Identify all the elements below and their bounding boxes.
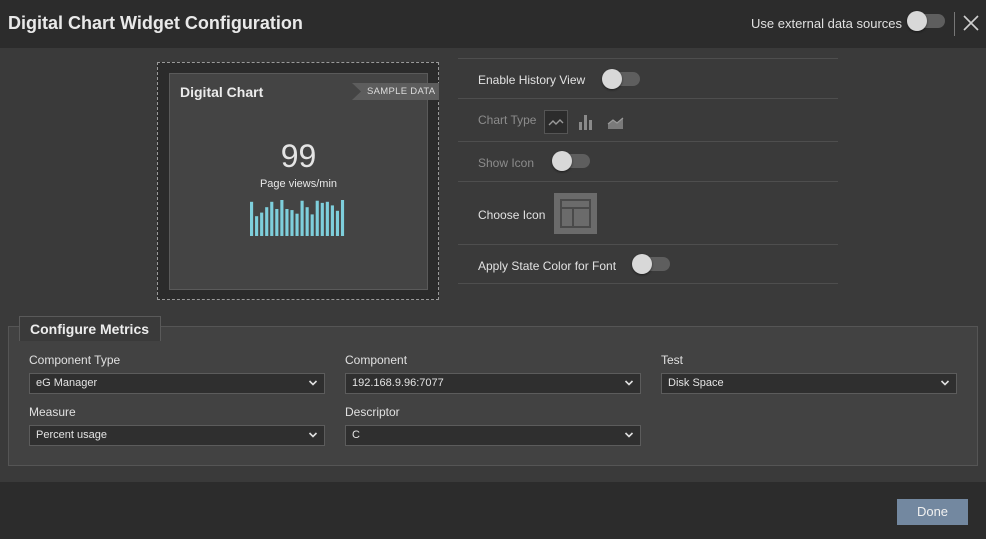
area-chart-icon[interactable] [604, 110, 628, 134]
test-value: Disk Space [668, 377, 724, 389]
configure-metrics-heading: Configure Metrics [19, 316, 161, 341]
widget-preview-frame: Digital Chart SAMPLE DATA 99 Page views/… [157, 62, 439, 300]
descriptor-select[interactable]: C [345, 425, 641, 446]
widget-value-label: Page views/min [259, 178, 338, 190]
dialog-title: Digital Chart Widget Configuration [8, 13, 303, 33]
toggle-knob [552, 151, 572, 171]
digital-chart-widget: Digital Chart SAMPLE DATA 99 Page views/… [169, 73, 439, 290]
chevron-down-icon [624, 432, 634, 438]
toggle-knob [632, 254, 652, 274]
chevron-down-icon [940, 380, 950, 386]
sparkline-bar [315, 200, 319, 236]
sparkline-bar [285, 209, 289, 236]
sparkline-bar [330, 205, 334, 236]
line-chart-icon[interactable] [544, 110, 568, 134]
history-view-toggle[interactable] [602, 69, 640, 89]
sparkline-bar [310, 214, 314, 236]
sparkline-bar [275, 209, 279, 236]
sparkline-bar [290, 210, 294, 236]
choose-icon-row: Choose Icon [458, 181, 838, 244]
component-type-value: eG Manager [36, 377, 98, 389]
test-label: Test [661, 353, 684, 367]
widget-value: 99 [280, 138, 317, 174]
chevron-down-icon [624, 380, 634, 386]
external-data-toggle[interactable] [907, 11, 945, 31]
state-color-row: Apply State Color for Font [458, 244, 838, 284]
widget-title: Digital Chart [180, 84, 264, 100]
component-type-select[interactable]: eG Manager [29, 373, 325, 394]
sparkline-bar [265, 207, 269, 236]
layout-icon[interactable] [554, 193, 597, 234]
descriptor-label: Descriptor [345, 405, 400, 419]
sample-data-ribbon: SAMPLE DATA [352, 83, 439, 100]
sparkline-bar [340, 200, 345, 236]
descriptor-value: C [352, 429, 360, 441]
chart-type-label: Chart Type [478, 113, 537, 127]
toggle-knob [907, 11, 927, 31]
history-view-row: Enable History View [458, 58, 838, 98]
external-data-label: Use external data sources [751, 16, 903, 31]
state-color-label: Apply State Color for Font [478, 259, 617, 273]
sparkline-bars [250, 200, 345, 236]
dialog-footer: Done [0, 482, 986, 539]
state-color-toggle[interactable] [632, 254, 670, 274]
component-label: Component [345, 353, 408, 367]
done-button[interactable]: Done [897, 499, 968, 525]
dialog-header: Digital Chart Widget Configuration Use e… [0, 0, 986, 48]
test-select[interactable]: Disk Space [661, 373, 957, 394]
sparkline-bar [300, 200, 304, 236]
sparkline-bar [260, 212, 264, 236]
header-divider [954, 12, 955, 36]
chevron-down-icon [308, 432, 318, 438]
sparkline-bar [295, 213, 299, 236]
bar-chart-icon[interactable] [574, 110, 598, 134]
chart-type-row: Chart Type [458, 98, 838, 141]
choose-icon-label: Choose Icon [478, 208, 546, 222]
measure-value: Percent usage [36, 429, 107, 441]
sparkline-bar [255, 216, 259, 236]
component-select[interactable]: 192.168.9.96:7077 [345, 373, 641, 394]
sparkline-bar [335, 210, 340, 236]
sparkline-bar [305, 207, 309, 236]
sparkline-bar [320, 202, 324, 236]
show-icon-toggle[interactable] [552, 151, 590, 171]
sparkline-bar [325, 201, 329, 236]
sparkline-bar [280, 200, 284, 236]
widget-settings: Enable History View Chart Type Show Icon… [458, 58, 838, 284]
close-icon[interactable] [961, 13, 981, 33]
sparkline-bar [250, 201, 254, 236]
toggle-knob [602, 69, 622, 89]
show-icon-label: Show Icon [478, 156, 535, 170]
component-value: 192.168.9.96:7077 [352, 377, 444, 389]
show-icon-row: Show Icon [458, 141, 838, 181]
measure-label: Measure [29, 405, 76, 419]
sparkline-bar [270, 201, 274, 236]
component-type-label: Component Type [29, 353, 121, 367]
measure-select[interactable]: Percent usage [29, 425, 325, 446]
configure-metrics-panel: Component Type eG Manager Component 192.… [8, 326, 978, 466]
history-view-label: Enable History View [478, 73, 586, 87]
chevron-down-icon [308, 380, 318, 386]
